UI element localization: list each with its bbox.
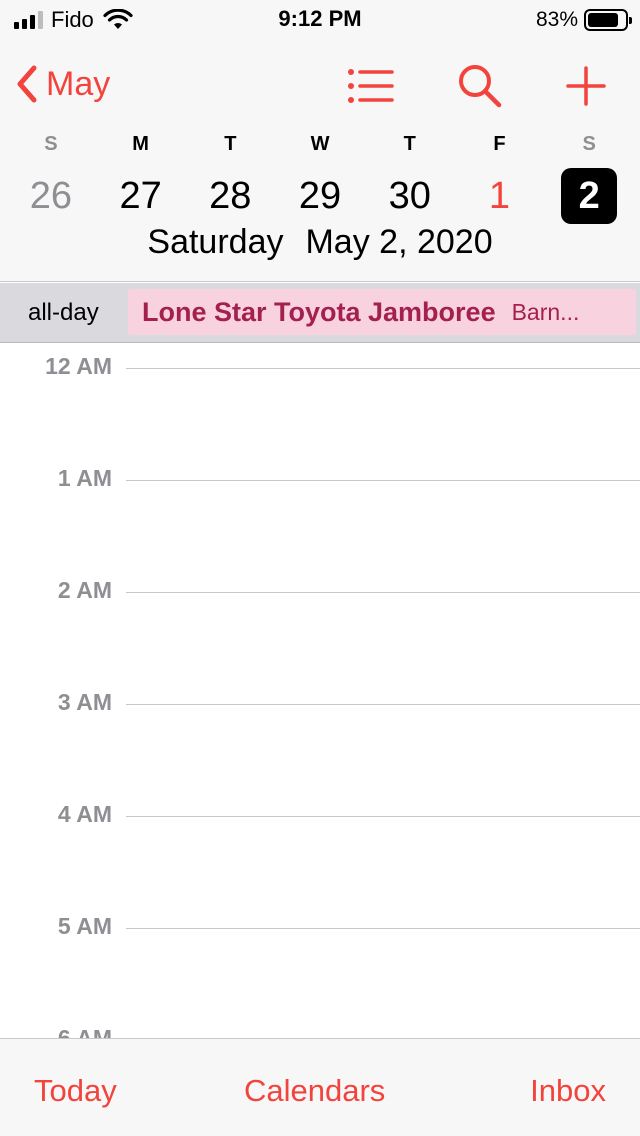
day-letter: M — [132, 133, 149, 155]
day-letter: S — [582, 133, 596, 155]
day-number: 26 — [29, 175, 72, 217]
week-day[interactable]: F 1 — [455, 130, 545, 224]
hour-label: 1 AM — [57, 465, 112, 491]
calendars-button[interactable]: Calendars — [244, 1073, 385, 1109]
add-event-button[interactable] — [560, 60, 612, 112]
search-button[interactable] — [454, 60, 506, 112]
back-to-month-button[interactable]: May — [14, 62, 110, 106]
day-letter: W — [310, 133, 330, 155]
week-day[interactable]: T 28 — [185, 130, 275, 224]
inbox-button[interactable]: Inbox — [530, 1073, 606, 1109]
plus-icon — [566, 66, 606, 106]
day-number: 27 — [119, 175, 162, 217]
battery-icon — [584, 9, 632, 31]
status-bar: Fido 9:12 PM 83% — [0, 0, 640, 40]
hour-label: 4 AM — [57, 801, 112, 827]
list-view-button[interactable] — [344, 60, 396, 112]
status-right: 83% — [535, 6, 632, 34]
hour-row: 4 AM — [0, 798, 640, 828]
hour-divider — [126, 816, 640, 817]
day-number: 2 — [561, 168, 618, 224]
all-day-row: all-day Lone Star Toyota Jamboree Barn..… — [0, 283, 640, 343]
week-day[interactable]: T 30 — [365, 130, 455, 224]
event-title: Lone Star Toyota Jamboree — [142, 296, 496, 327]
event-location: Barn... — [511, 298, 580, 325]
list-icon — [348, 69, 394, 103]
day-timeline[interactable]: 12 AM 1 AM 2 AM 3 AM 4 AM 5 AM 6 AM — [0, 344, 640, 1038]
week-day[interactable]: W 29 — [275, 130, 365, 224]
week-strip: S 26 M 27 T 28 W 29 T 30 F 1 S 2 — [6, 130, 634, 224]
all-day-label: all-day — [28, 299, 99, 326]
hour-row: 3 AM — [0, 686, 640, 716]
search-icon — [459, 65, 502, 108]
week-day[interactable]: M 27 — [96, 130, 186, 224]
day-letter: T — [224, 133, 237, 155]
day-letter: F — [493, 133, 506, 155]
hour-row: 6 AM — [0, 1022, 640, 1038]
week-day-selected[interactable]: S 2 — [544, 130, 634, 224]
day-letter: S — [44, 133, 58, 155]
calendar-header: May S 26 M 27 T 28 W 29 T 30 F 1 S 2 Sat… — [0, 40, 640, 282]
selected-weekday: Saturday — [147, 223, 284, 261]
hour-row: 2 AM — [0, 574, 640, 604]
hour-row: 1 AM — [0, 462, 640, 492]
today-button[interactable]: Today — [34, 1073, 117, 1109]
hour-divider — [126, 592, 640, 593]
hour-label: 6 AM — [57, 1025, 112, 1038]
chevron-left-icon — [17, 65, 37, 103]
selected-date: May 2, 2020 — [305, 223, 493, 261]
hour-divider — [126, 704, 640, 705]
hour-label: 2 AM — [57, 577, 112, 603]
day-number: 29 — [298, 175, 342, 217]
battery-percent: 83% — [535, 8, 578, 31]
hour-label: 5 AM — [57, 913, 112, 939]
day-letter: T — [403, 133, 416, 155]
hour-label: 3 AM — [57, 689, 112, 715]
battery-fill — [588, 13, 618, 27]
hour-divider — [126, 928, 640, 929]
selected-date-title: Saturday May 2, 2020 — [0, 223, 640, 262]
day-number: 28 — [209, 175, 252, 217]
hour-divider — [126, 480, 640, 481]
hour-divider — [126, 368, 640, 369]
week-day[interactable]: S 26 — [6, 130, 96, 224]
day-number: 1 — [488, 175, 511, 217]
all-day-event[interactable]: Lone Star Toyota Jamboree Barn... — [128, 289, 636, 335]
hour-label: 12 AM — [45, 353, 112, 379]
day-number: 30 — [388, 175, 431, 217]
back-label: May — [46, 64, 111, 103]
hour-row: 12 AM — [0, 350, 640, 380]
tab-bar: Today Calendars Inbox — [0, 1038, 640, 1136]
hour-row: 5 AM — [0, 910, 640, 940]
